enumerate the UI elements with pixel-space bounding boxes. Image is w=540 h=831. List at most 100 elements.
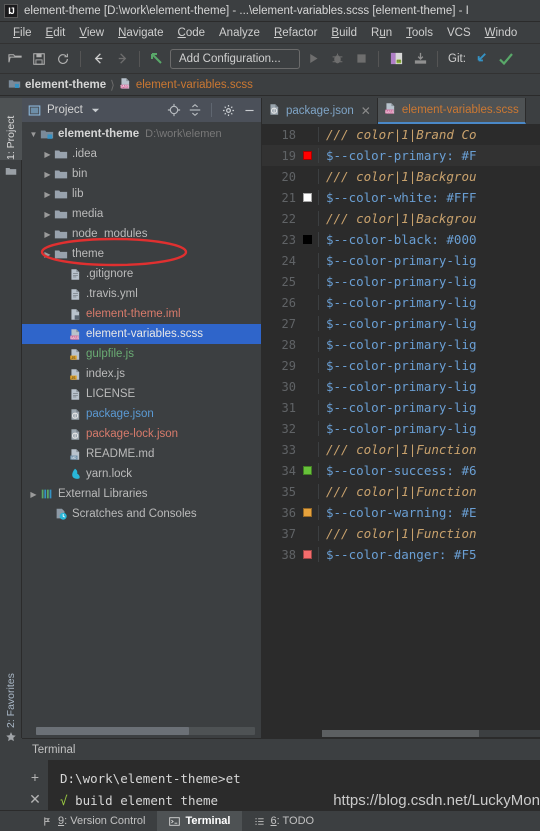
chevron-down-icon[interactable] xyxy=(88,102,104,118)
color-swatch-icon[interactable] xyxy=(303,193,312,202)
line-gutter[interactable]: 33 xyxy=(262,443,318,457)
debug-icon[interactable] xyxy=(326,48,348,70)
tree-row[interactable]: ▶ lib xyxy=(22,184,261,204)
chevron-right-icon[interactable]: ▶ xyxy=(42,190,53,199)
tree-row[interactable]: package.json xyxy=(22,404,261,424)
arrow-left-icon[interactable] xyxy=(87,48,109,70)
color-swatch-icon[interactable] xyxy=(303,550,312,559)
sidebar-tab-favorites[interactable]: 2: Favorites xyxy=(0,660,22,728)
chevron-down-icon[interactable]: ▼ xyxy=(28,130,39,139)
line-gutter[interactable]: 20 xyxy=(262,170,318,184)
editor-tab[interactable]: package.json ✕ xyxy=(262,98,378,124)
folder-open-icon[interactable] xyxy=(4,48,26,70)
commit-checkmark-icon[interactable] xyxy=(495,48,517,70)
menu-navigate[interactable]: Navigate xyxy=(111,25,170,41)
chevron-right-icon[interactable]: ▶ xyxy=(42,170,53,179)
tree-row[interactable]: ▶ bin xyxy=(22,164,261,184)
close-icon[interactable]: ✕ xyxy=(22,788,48,810)
tree-row[interactable]: ▶ .idea xyxy=(22,144,261,164)
editor-tab[interactable]: SASS element-variables.scss xyxy=(377,98,526,124)
line-gutter[interactable]: 22 xyxy=(262,212,318,226)
line-gutter[interactable]: 25 xyxy=(262,275,318,289)
line-gutter[interactable]: 24 xyxy=(262,254,318,268)
tree-row[interactable]: ▶ media xyxy=(22,204,261,224)
breadcrumb-item-project[interactable]: element-theme xyxy=(8,77,106,93)
save-icon[interactable] xyxy=(28,48,50,70)
line-gutter[interactable]: 23 xyxy=(262,233,318,247)
tree-row[interactable]: LICENSE xyxy=(22,384,261,404)
line-gutter[interactable]: 31 xyxy=(262,401,318,415)
menu-edit[interactable]: Edit xyxy=(39,25,73,41)
chevron-right-icon[interactable]: ▶ xyxy=(42,210,53,219)
tree-row[interactable]: ▶ theme xyxy=(22,244,261,264)
gear-icon[interactable] xyxy=(220,102,236,118)
color-swatch-icon[interactable] xyxy=(303,235,312,244)
stop-icon[interactable] xyxy=(350,48,372,70)
line-gutter[interactable]: 34 xyxy=(262,464,318,478)
tree-row[interactable]: JS index.js xyxy=(22,364,261,384)
menu-file[interactable]: File xyxy=(6,25,39,41)
jump-to-source-icon[interactable] xyxy=(146,48,168,70)
color-swatch-icon[interactable] xyxy=(303,508,312,517)
menu-window[interactable]: Windo xyxy=(478,25,525,41)
line-gutter[interactable]: 19 xyxy=(262,149,318,163)
run-icon[interactable] xyxy=(302,48,324,70)
line-gutter[interactable]: 30 xyxy=(262,380,318,394)
line-gutter[interactable]: 36 xyxy=(262,506,318,520)
line-gutter[interactable]: 37 xyxy=(262,527,318,541)
tree-row[interactable]: ▼ element-theme D:\work\elemen xyxy=(22,124,261,144)
color-swatch-icon[interactable] xyxy=(303,466,312,475)
minimize-icon[interactable] xyxy=(241,102,257,118)
menu-build[interactable]: Build xyxy=(324,25,364,41)
menu-code[interactable]: Code xyxy=(171,25,213,41)
arrow-right-icon[interactable] xyxy=(111,48,133,70)
color-swatch-icon[interactable] xyxy=(303,151,312,160)
sdk-manager-icon[interactable] xyxy=(409,48,431,70)
tree-row[interactable]: ▶ node_modules xyxy=(22,224,261,244)
line-gutter[interactable]: 26 xyxy=(262,296,318,310)
sidebar-tab-project[interactable]: 1: Project xyxy=(0,98,22,160)
tree-row[interactable]: JS gulpfile.js xyxy=(22,344,261,364)
project-tree[interactable]: ▼ element-theme D:\work\elemen ▶ .idea ▶ bin ▶ l… xyxy=(22,122,261,724)
tree-row[interactable]: .travis.yml xyxy=(22,284,261,304)
code-viewport[interactable]: 18 /// color|1|Brand Co 19 $--color-primary… xyxy=(262,124,540,738)
close-tab-icon[interactable]: ✕ xyxy=(361,104,371,118)
breadcrumb-item-file[interactable]: SASS element-variables.scss xyxy=(119,77,253,93)
refresh-icon[interactable] xyxy=(52,48,74,70)
menu-vcs[interactable]: VCS xyxy=(440,25,478,41)
menu-tools[interactable]: Tools xyxy=(399,25,440,41)
chevron-right-icon[interactable]: ▶ xyxy=(28,490,39,499)
run-configuration-selector[interactable]: Add Configuration... xyxy=(170,48,300,69)
line-gutter[interactable]: 18 xyxy=(262,128,318,142)
tree-row[interactable]: .gitignore xyxy=(22,264,261,284)
tree-row[interactable]: package-lock.json xyxy=(22,424,261,444)
menu-view[interactable]: View xyxy=(72,25,111,41)
line-gutter[interactable]: 28 xyxy=(262,338,318,352)
line-gutter[interactable]: 27 xyxy=(262,317,318,331)
chevron-right-icon[interactable]: ▶ xyxy=(42,150,53,159)
tree-row[interactable]: yarn.lock xyxy=(22,464,261,484)
line-gutter[interactable]: 21 xyxy=(262,191,318,205)
statusbar-item-terminal[interactable]: Terminal xyxy=(157,810,243,831)
tree-row[interactable]: ▶ External Libraries xyxy=(22,484,261,504)
tree-row[interactable]: MD README.md xyxy=(22,444,261,464)
editor-hscrollbar-track[interactable] xyxy=(322,730,540,737)
statusbar-item-todo[interactable]: 6: TODO xyxy=(242,811,326,831)
line-gutter[interactable]: 32 xyxy=(262,422,318,436)
tree-row[interactable]: element-theme.iml xyxy=(22,304,261,324)
menu-refactor[interactable]: Refactor xyxy=(267,25,324,41)
line-gutter[interactable]: 35 xyxy=(262,485,318,499)
menu-run[interactable]: Run xyxy=(364,25,399,41)
line-gutter[interactable]: 38 xyxy=(262,548,318,562)
statusbar-item-version-control[interactable]: 9: Version Control xyxy=(30,811,157,831)
plus-icon[interactable]: + xyxy=(22,766,48,788)
update-project-icon[interactable] xyxy=(471,48,493,70)
collapse-all-icon[interactable] xyxy=(187,102,203,118)
menu-analyze[interactable]: Analyze xyxy=(212,25,267,41)
project-tree-hscrollbar-track[interactable] xyxy=(36,727,255,735)
chevron-right-icon[interactable]: ▶ xyxy=(42,230,53,239)
line-gutter[interactable]: 29 xyxy=(262,359,318,373)
tree-row[interactable]: Scratches and Consoles xyxy=(22,504,261,524)
scroll-from-source-icon[interactable] xyxy=(166,102,182,118)
chevron-right-icon[interactable]: ▶ xyxy=(42,250,53,259)
